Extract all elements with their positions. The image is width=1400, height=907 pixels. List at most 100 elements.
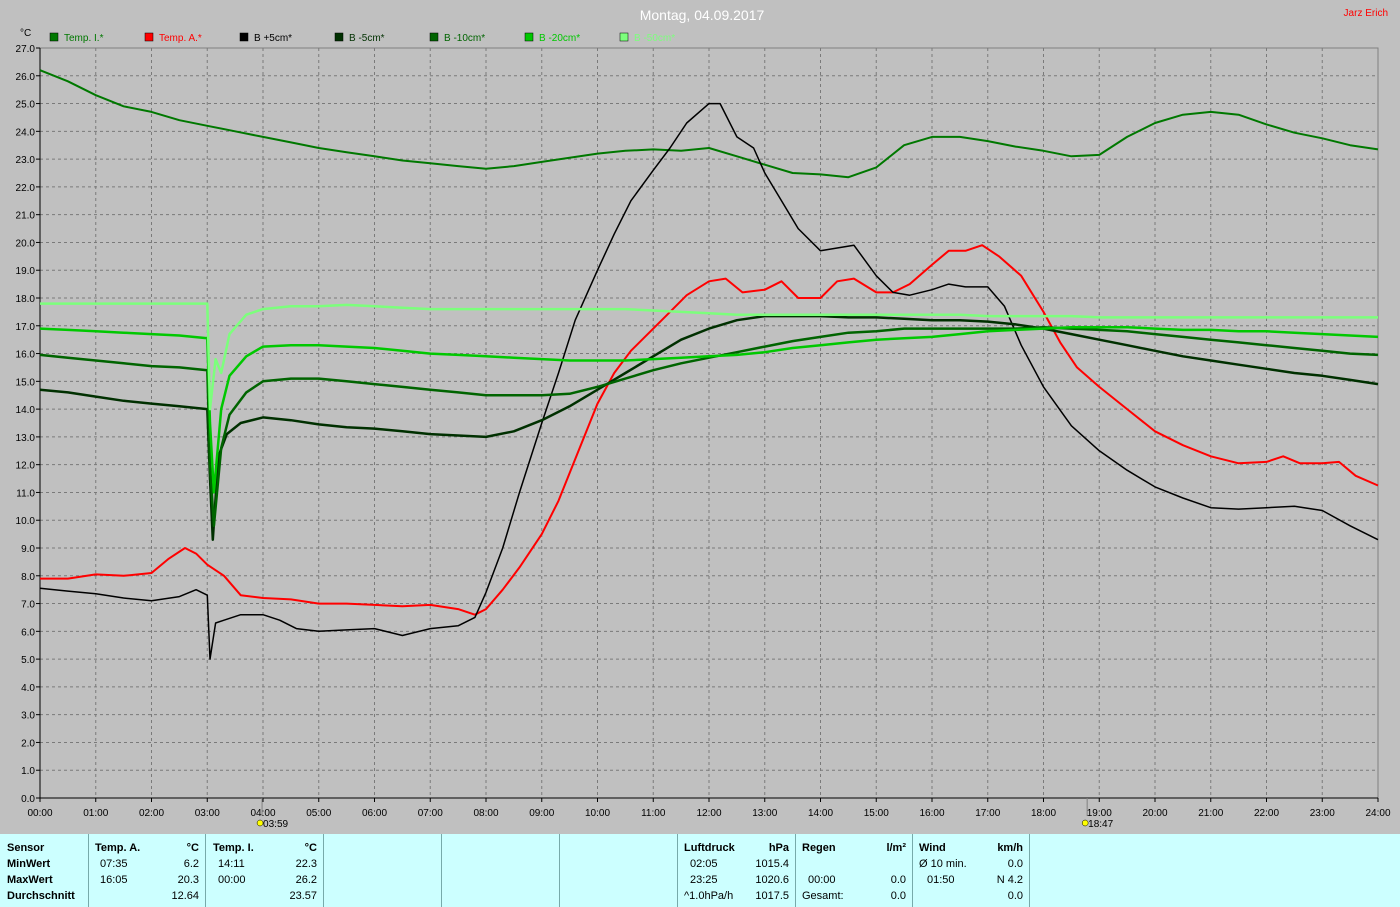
y-tick-label: 0.0: [21, 794, 35, 805]
y-tick-label: 3.0: [21, 711, 35, 722]
temp-a-header: Temp. A.: [95, 842, 141, 854]
stats-col-empty-1: [324, 834, 442, 907]
temp-i-min-time: 14:11: [218, 858, 245, 870]
x-tick-label: 20:00: [1142, 808, 1167, 819]
sensor-header: Sensor: [7, 842, 45, 854]
y-tick-label: 13.0: [16, 433, 36, 444]
x-tick-label: 12:00: [696, 808, 721, 819]
y-tick-label: 15.0: [16, 377, 36, 388]
temp-i-header: Temp. I.: [213, 842, 254, 854]
temp-a-unit: °C: [186, 842, 199, 854]
y-tick-label: 21.0: [16, 211, 36, 222]
temp-i-avg-value: 23.57: [289, 890, 317, 902]
temp-a-max-time: 16:05: [100, 874, 128, 886]
y-tick-label: 27.0: [16, 44, 36, 55]
pressure-trend-label: ^1.0hPa/h: [684, 890, 734, 902]
marker-label: 18:47: [1088, 819, 1113, 830]
chart: Montag, 04.09.2017 Jarz Erich °C 0.0 1.0 2…: [16, 7, 1391, 830]
stats-col-empty-2: [442, 834, 560, 907]
temp-i-unit: °C: [304, 842, 317, 854]
y-tick-label: 9.0: [21, 544, 35, 555]
y-tick-label: 7.0: [21, 600, 35, 611]
y-tick-label: 2.0: [21, 738, 35, 749]
x-tick-label: 14:00: [808, 808, 833, 819]
y-unit-label: °C: [20, 28, 31, 39]
stats-col-pressure: Luftdruck hPa 02:05 1015.4 23:25 1020.6 …: [678, 834, 796, 907]
wind-min-value: 0.0: [1007, 858, 1023, 870]
y-tick-label: 22.0: [16, 183, 36, 194]
legend-label: Temp. A.*: [159, 33, 202, 44]
stats-col-rain: Regen l/m² 00:00 0.0 Gesamt: 0.0: [796, 834, 913, 907]
temp-a-max-value: 20.3: [177, 874, 199, 886]
x-axis: 00:00 01:00 02:00 03:00 04:00 05:00 06:00 07:00…: [27, 797, 1391, 819]
stats-panel: Sensor MinWert MaxWert Durchschnitt Temp…: [0, 834, 1400, 907]
legend-label: B -20cm*: [539, 33, 580, 44]
legend-swatch: [429, 32, 439, 42]
legend-swatch: [144, 32, 154, 42]
rain-total-value: 0.0: [890, 890, 906, 902]
x-tick-label: 24:00: [1365, 808, 1390, 819]
minwert-label: MinWert: [7, 858, 51, 870]
y-tick-label: 8.0: [21, 572, 35, 583]
rain-unit: l/m²: [886, 842, 906, 854]
temp-i-max-value: 26.2: [295, 874, 317, 886]
stats-col-empty-3: [560, 834, 678, 907]
wind-max-time: 01:50: [927, 874, 955, 886]
temp-a-avg-value: 12.64: [171, 890, 199, 902]
wind-min-label: Ø 10 min.: [919, 858, 967, 870]
y-tick-label: 11.0: [16, 488, 35, 499]
y-tick-label: 14.0: [16, 405, 36, 416]
wind-avg-value: 0.0: [1007, 890, 1023, 902]
legend-label: B -50cm*: [634, 33, 675, 44]
x-tick-label: 06:00: [362, 808, 387, 819]
x-tick-label: 10:00: [585, 808, 610, 819]
x-tick-label: 00:00: [27, 808, 52, 819]
y-tick-label: 17.0: [16, 322, 36, 333]
wind-unit: km/h: [997, 842, 1023, 854]
pressure-header: Luftdruck: [684, 842, 735, 854]
x-tick-label: 04:00: [250, 808, 275, 819]
durchschnitt-label: Durchschnitt: [7, 890, 75, 902]
x-tick-label: 02:00: [139, 808, 164, 819]
legend-swatch: [239, 32, 249, 42]
legend-swatch: [619, 32, 629, 42]
rain-max-time: 00:00: [808, 874, 836, 886]
wind-max-value: N 4.2: [996, 874, 1023, 886]
legend: Temp. I.* Temp. A.* B +5cm* B -5cm* B -10cm*…: [49, 32, 675, 44]
legend-swatch: [49, 32, 59, 42]
x-tick-label: 13:00: [752, 808, 777, 819]
y-tick-label: 12.0: [16, 461, 36, 472]
x-tick-label: 11:00: [641, 808, 666, 819]
y-tick-label: 4.0: [21, 683, 35, 694]
y-tick-label: 18.0: [16, 294, 36, 305]
author-label: Jarz Erich: [1344, 8, 1388, 19]
x-tick-label: 23:00: [1310, 808, 1335, 819]
x-tick-label: 22:00: [1254, 808, 1279, 819]
pressure-min-time: 02:05: [690, 858, 718, 870]
maxwert-label: MaxWert: [7, 874, 53, 886]
legend-label: B -10cm*: [444, 33, 485, 44]
y-tick-label: 23.0: [16, 155, 36, 166]
legend-label: B -5cm*: [349, 33, 385, 44]
legend-label: B +5cm*: [254, 33, 292, 44]
x-tick-label: 09:00: [529, 808, 554, 819]
y-tick-label: 20.0: [16, 238, 36, 249]
y-tick-label: 24.0: [16, 127, 36, 138]
y-tick-label: 6.0: [21, 627, 35, 638]
pressure-unit: hPa: [768, 842, 789, 854]
y-tick-label: 16.0: [16, 350, 36, 361]
temp-i-max-time: 00:00: [218, 874, 246, 886]
y-tick-label: 1.0: [21, 766, 35, 777]
stats-col-temp-a: Temp. A. °C 07:35 6.2 16:05 20.3 12.64: [89, 834, 206, 907]
x-tick-label: 21:00: [1198, 808, 1223, 819]
legend-swatch: [524, 32, 534, 42]
x-tick-label: 03:00: [195, 808, 220, 819]
chart-title: Montag, 04.09.2017: [640, 7, 765, 23]
y-tick-label: 19.0: [16, 266, 36, 277]
pressure-max-value: 1020.6: [755, 874, 789, 886]
marker-label: 03:59: [263, 819, 288, 830]
x-tick-label: 01:00: [83, 808, 108, 819]
y-tick-label: 10.0: [16, 516, 36, 527]
temp-i-min-value: 22.3: [295, 858, 317, 870]
rain-max-value: 0.0: [890, 874, 906, 886]
